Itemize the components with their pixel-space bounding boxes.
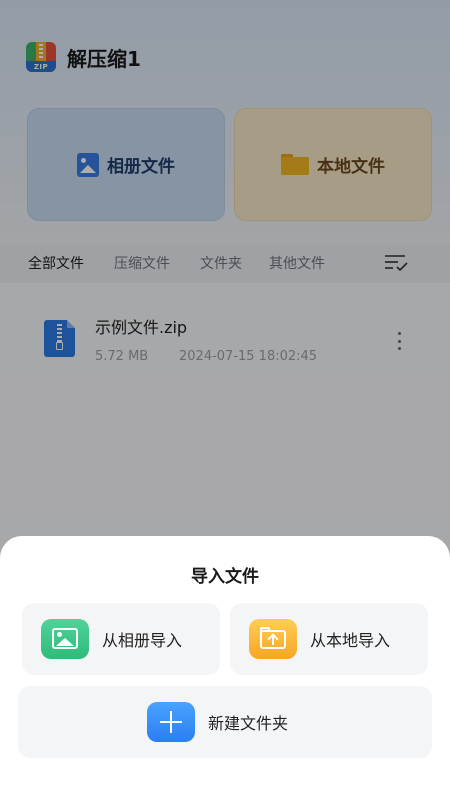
sheet-title: 导入文件 — [191, 567, 259, 587]
new-folder-label: 新建文件夹 — [208, 714, 289, 733]
import-from-album-label: 从相册导入 — [102, 631, 183, 650]
image-icon — [41, 619, 89, 659]
folder-upload-icon — [249, 619, 297, 659]
import-from-local-label: 从本地导入 — [310, 631, 391, 650]
plus-icon — [147, 702, 195, 742]
import-from-local-button[interactable]: 从本地导入 — [230, 603, 428, 675]
new-folder-button[interactable]: 新建文件夹 — [18, 686, 432, 758]
import-from-album-button[interactable]: 从相册导入 — [22, 603, 220, 675]
